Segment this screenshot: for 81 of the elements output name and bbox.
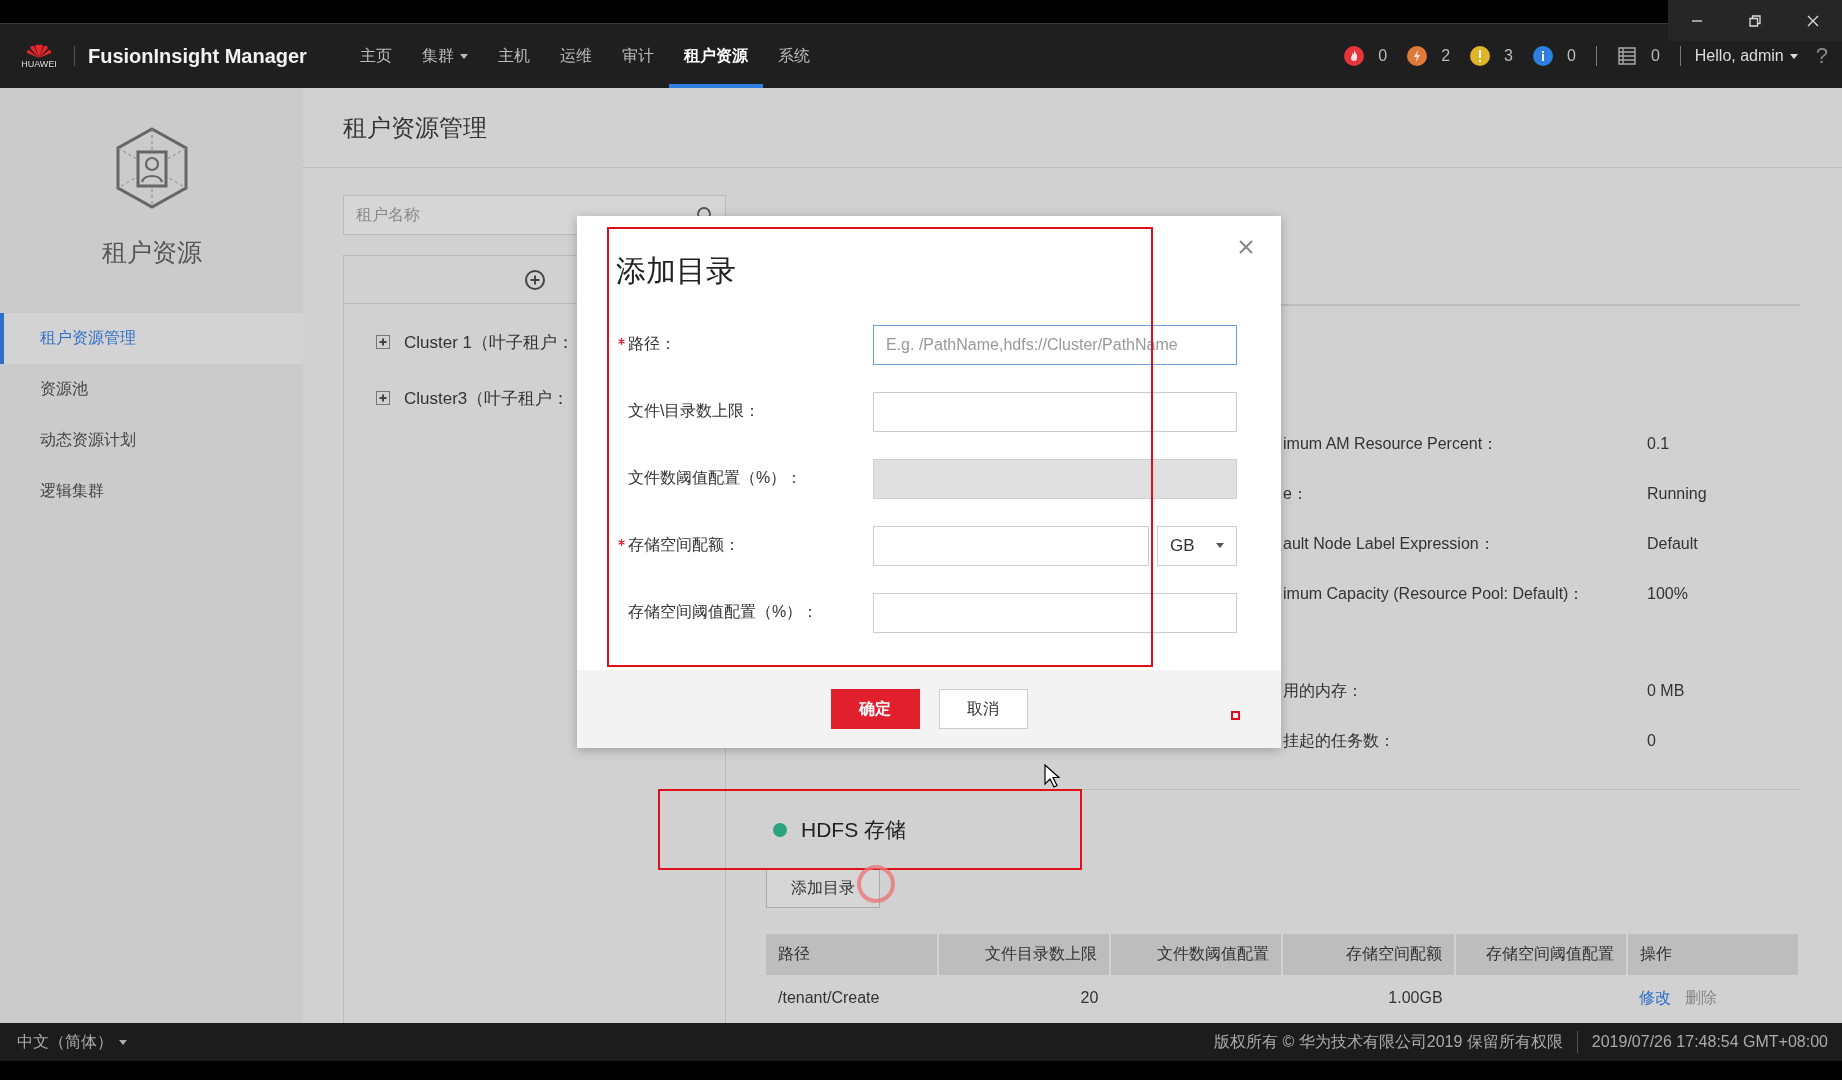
add-circle-icon[interactable] bbox=[523, 268, 546, 291]
page-title: 租户资源管理 bbox=[303, 88, 1842, 168]
column-header: 文件目录数上限 bbox=[938, 934, 1111, 975]
field-label: 存储空间配额： bbox=[577, 535, 873, 556]
cursor-icon bbox=[1044, 764, 1060, 788]
language-select[interactable]: 中文（简体） bbox=[17, 1031, 127, 1053]
nav-tab[interactable]: 审计 bbox=[606, 24, 669, 88]
expand-icon[interactable] bbox=[376, 335, 390, 349]
caret-icon bbox=[119, 1039, 127, 1045]
alarm-count: 0 bbox=[1378, 47, 1388, 65]
copyright-text: 版权所有 © 华为技术有限公司2019 保留所有权限 bbox=[1214, 1031, 1563, 1052]
restore-icon[interactable] bbox=[1748, 13, 1762, 28]
detail-value: Running bbox=[1647, 485, 1708, 503]
date-time: 2019/07/26 17:48:54 GMT+08:00 bbox=[1591, 1033, 1828, 1051]
detail-label: imum AM Resource Percent： bbox=[1283, 433, 1500, 454]
click-ring bbox=[857, 865, 895, 903]
required-mark-icon bbox=[618, 338, 625, 345]
detail-label: e： bbox=[1283, 483, 1309, 504]
sidebar-item[interactable]: 逻辑集群 bbox=[0, 466, 303, 517]
tree-node-label[interactable]: Cluster 1（叶子租户： bbox=[404, 330, 575, 354]
field-label: 路径： bbox=[577, 334, 873, 355]
sidebar-item[interactable]: 资源池 bbox=[0, 364, 303, 415]
detail-label: 用的内存： bbox=[1283, 680, 1364, 701]
unit-select[interactable]: GB bbox=[1157, 525, 1237, 566]
caret-icon bbox=[1216, 543, 1224, 548]
detail-label: ault Node Label Expression： bbox=[1283, 533, 1496, 554]
caret-icon bbox=[459, 53, 468, 59]
detail-value: 0 MB bbox=[1647, 682, 1686, 700]
status-dot bbox=[773, 823, 787, 837]
cube-person-icon bbox=[114, 126, 189, 210]
dialog-title: 添加目录 bbox=[616, 256, 736, 286]
input-field[interactable] bbox=[873, 391, 1237, 432]
nav-tab[interactable]: 运维 bbox=[544, 24, 607, 88]
table-cell: /tenant/Create bbox=[766, 975, 939, 1021]
input-field[interactable] bbox=[873, 525, 1149, 566]
info-icon[interactable] bbox=[1533, 46, 1553, 66]
bolt-icon[interactable] bbox=[1407, 46, 1428, 66]
caret-icon bbox=[1789, 54, 1798, 60]
confirm-button[interactable]: 确定 bbox=[830, 689, 920, 729]
field-label: 文件数阈值配置（%）： bbox=[627, 468, 804, 488]
flame-icon[interactable] bbox=[1344, 46, 1365, 66]
user-menu[interactable]: Hello, admin bbox=[1694, 47, 1798, 65]
column-header: 存储空间配额 bbox=[1282, 934, 1455, 975]
help-button[interactable]: ? bbox=[1815, 43, 1828, 69]
nav-tab[interactable]: 系统 bbox=[762, 24, 825, 88]
nav-tab[interactable]: 集群 bbox=[406, 24, 483, 88]
section-heading: HDFS 存储 bbox=[801, 817, 906, 843]
logo-text: HUAWEI bbox=[21, 58, 57, 69]
alarm-count: 0 bbox=[1567, 47, 1576, 65]
sidebar-item[interactable]: 动态资源计划 bbox=[0, 415, 303, 466]
field-label: 文件\目录数上限： bbox=[627, 401, 762, 421]
column-header: 操作 bbox=[1626, 934, 1799, 975]
detail-label: imum Capacity (Resource Pool: Default)： bbox=[1283, 583, 1586, 604]
column-header: 路径 bbox=[766, 934, 939, 975]
required-mark-icon bbox=[618, 539, 625, 546]
exclamation-icon[interactable] bbox=[1470, 46, 1491, 66]
field-label: 存储空间阈值配置（%）： bbox=[627, 602, 820, 622]
nav-tab[interactable]: 主页 bbox=[344, 24, 407, 88]
product-name: FusionInsight Manager bbox=[88, 44, 307, 68]
alarm-count: 3 bbox=[1504, 47, 1513, 65]
annotation-marker bbox=[1231, 711, 1240, 720]
task-count: 0 bbox=[1650, 47, 1660, 65]
nav-tab[interactable]: 主机 bbox=[482, 24, 545, 88]
detail-value: 0.1 bbox=[1647, 435, 1671, 453]
expand-icon[interactable] bbox=[376, 391, 390, 405]
cancel-button[interactable]: 取消 bbox=[938, 689, 1028, 729]
input-field[interactable] bbox=[873, 592, 1237, 633]
alarm-count: 2 bbox=[1441, 47, 1451, 65]
tree-node-label[interactable]: Cluster3（叶子租户： bbox=[404, 386, 570, 410]
table-cell: 20 bbox=[938, 975, 1111, 1021]
detail-value: Default bbox=[1647, 535, 1699, 553]
column-header: 存储空间阈值配置 bbox=[1454, 934, 1627, 975]
add-directory-button[interactable]: 添加目录 bbox=[766, 868, 880, 908]
detail-label: 挂起的任务数： bbox=[1283, 730, 1396, 751]
column-header: 文件数阈值配置 bbox=[1110, 934, 1283, 975]
table-cell: 1.00GB bbox=[1282, 975, 1455, 1021]
logo-icon bbox=[26, 43, 52, 58]
section-title: 租户资源 bbox=[101, 237, 202, 268]
list-icon[interactable] bbox=[1616, 46, 1637, 66]
detail-value: 100% bbox=[1647, 585, 1689, 603]
detail-value: 0 bbox=[1647, 732, 1657, 750]
